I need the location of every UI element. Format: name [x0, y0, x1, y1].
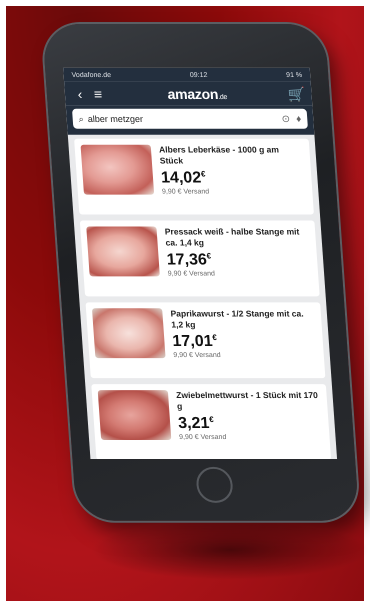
- product-card[interactable]: Pressack weiß - halbe Stange mit ca. 1,4…: [79, 220, 320, 297]
- product-price: 17,01€: [172, 333, 318, 351]
- product-title[interactable]: Pressack weiß - halbe Stange mit ca. 1,4…: [164, 227, 310, 249]
- price-currency: €: [208, 415, 214, 425]
- price-value: 14,02: [160, 169, 202, 187]
- product-list: Albers Leberkäse - 1000 g am Stück 14,02…: [68, 135, 337, 459]
- product-card[interactable]: Zwiebelmettwurst - 1 Stück mit 170 g 3,2…: [91, 384, 332, 459]
- microphone-icon[interactable]: ♦: [296, 113, 302, 124]
- back-icon[interactable]: ‹: [70, 86, 89, 102]
- search-row: ⌕ alber metzger ⊙ ♦: [65, 105, 315, 135]
- search-icon: ⌕: [78, 113, 85, 124]
- shipping-info: 9,90 € Versand: [161, 188, 210, 196]
- product-price: 17,36€: [166, 251, 312, 269]
- phone-screen: Vodafone.de 09:12 91 % ‹ ≡ amazon.de 🛒 ⌕…: [63, 67, 338, 459]
- phone-mockup: Vodafone.de 09:12 91 % ‹ ≡ amazon.de 🛒 ⌕…: [42, 24, 360, 521]
- price-currency: €: [212, 333, 218, 343]
- battery-label: 91 %: [285, 71, 303, 79]
- search-input[interactable]: ⌕ alber metzger ⊙ ♦: [71, 108, 308, 129]
- product-image[interactable]: [91, 308, 166, 359]
- logo-text: amazon: [167, 85, 219, 102]
- clock: 09:12: [189, 71, 208, 79]
- home-button[interactable]: [195, 466, 234, 503]
- carrier-label: Vodafone.de: [71, 71, 112, 79]
- shipping-info: 9,90 € Versand: [178, 433, 227, 441]
- product-image[interactable]: [97, 390, 172, 440]
- product-card[interactable]: Albers Leberkäse - 1000 g am Stück 14,02…: [74, 138, 314, 215]
- menu-icon[interactable]: ≡: [88, 86, 107, 102]
- phone-body: Vodafone.de 09:12 91 % ‹ ≡ amazon.de 🛒 ⌕…: [42, 24, 360, 521]
- shipping-info: 9,90 € Versand: [167, 270, 216, 278]
- shipping-info: 9,90 € Versand: [173, 352, 221, 360]
- cart-icon[interactable]: 🛒: [287, 85, 306, 102]
- price-value: 3,21: [177, 415, 211, 433]
- product-title[interactable]: Zwiebelmettwurst - 1 Stück mit 170 g: [176, 390, 322, 412]
- product-image[interactable]: [86, 226, 160, 277]
- price-value: 17,01: [171, 333, 214, 351]
- product-title[interactable]: Albers Leberkäse - 1000 g am Stück: [159, 145, 305, 167]
- camera-icon[interactable]: ⊙: [281, 113, 290, 124]
- product-image[interactable]: [80, 144, 155, 195]
- price-value: 17,36: [166, 251, 208, 269]
- logo-suffix: .de: [218, 93, 228, 101]
- product-card[interactable]: Paprikawurst - 1/2 Stange mit ca. 1,2 kg…: [85, 302, 326, 379]
- product-title[interactable]: Paprikawurst - 1/2 Stange mit ca. 1,2 kg: [170, 308, 316, 330]
- price-currency: €: [200, 169, 206, 179]
- status-bar: Vodafone.de 09:12 91 %: [63, 67, 311, 82]
- search-query: alber metzger: [87, 113, 144, 124]
- top-bar: ‹ ≡ amazon.de 🛒: [64, 81, 313, 106]
- product-price: 3,21€: [178, 415, 324, 433]
- phone-shadow: [90, 520, 370, 580]
- product-price: 14,02€: [160, 170, 306, 188]
- amazon-logo[interactable]: amazon.de: [106, 86, 288, 102]
- price-currency: €: [206, 251, 212, 261]
